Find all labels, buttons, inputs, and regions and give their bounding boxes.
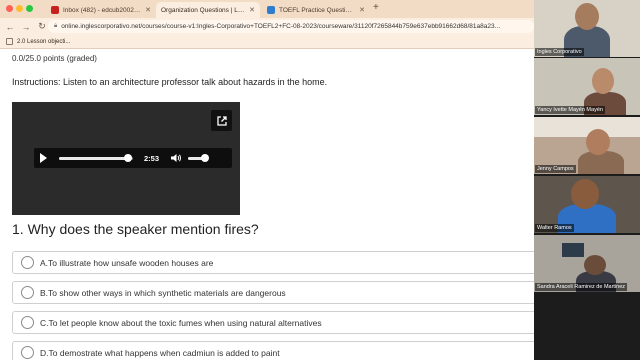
volume-icon[interactable] xyxy=(171,153,182,163)
seek-bar[interactable] xyxy=(59,154,133,162)
video-call-panel: Ingles Corporativo Yancy Ivette Mayén Ma… xyxy=(534,0,640,360)
tab-label: Organization Questions | Liste xyxy=(161,6,246,14)
volume-slider[interactable] xyxy=(188,154,210,162)
browser-toolbar: ← → ↻ 🔒︎ online.inglescorporativo.net/co… xyxy=(0,18,534,35)
participant-name: Yancy Ivette Mayén Mayén xyxy=(535,106,605,114)
audio-player: 2:53 xyxy=(12,102,240,215)
participant-name: Jenny Campos xyxy=(535,165,576,173)
option-label: D.To demostrate what happens when cadmiu… xyxy=(40,347,280,358)
participant-tile[interactable]: Walter Ramos xyxy=(534,176,640,233)
radio-button[interactable] xyxy=(21,346,34,359)
time-display: 2:53 xyxy=(144,153,160,163)
seek-handle[interactable] xyxy=(123,154,132,162)
tab-label: Inbox (482) - edcub2002@gm xyxy=(63,6,142,14)
close-icon[interactable]: ✕ xyxy=(359,6,365,14)
window-minimize-dot[interactable] xyxy=(16,5,23,12)
radio-button[interactable] xyxy=(21,286,34,299)
option-label: C.To let people know about the toxic fum… xyxy=(40,317,322,328)
bookmark-page-icon xyxy=(6,38,13,45)
tab-bar: Inbox (482) - edcub2002@gm ✕ Organizatio… xyxy=(0,0,534,18)
gmail-icon xyxy=(51,6,59,14)
participant-name: Ingles Corporativo xyxy=(535,48,584,56)
participant-name: Sandra Araceli Ramirez de Martinez xyxy=(535,283,628,291)
volume-handle[interactable] xyxy=(201,154,210,162)
site-icon xyxy=(267,6,275,14)
participant-tile[interactable]: Ingles Corporativo xyxy=(534,0,640,57)
course-content: 0.0/25.0 points (graded) Instructions: L… xyxy=(0,49,627,360)
points-graded: 0.0/25.0 points (graded) xyxy=(12,54,97,63)
bookmark-lesson-objectives[interactable]: 2.0 Lesson objecti... xyxy=(17,39,70,45)
seek-progress xyxy=(59,156,128,160)
tab-organization-questions[interactable]: Organization Questions | Liste ✕ xyxy=(156,2,260,18)
play-icon[interactable] xyxy=(40,153,47,163)
reload-icon[interactable]: ↻ xyxy=(36,21,48,32)
radio-button[interactable] xyxy=(21,316,34,329)
popout-button[interactable] xyxy=(211,110,232,131)
option-label: A.To illustrate how unsafe wooden houses… xyxy=(40,257,214,268)
new-tab-button[interactable]: + xyxy=(373,2,379,13)
question-text: 1. Why does the speaker mention fires? xyxy=(12,221,259,237)
close-icon[interactable]: ✕ xyxy=(145,6,151,14)
instructions-text: Instructions: Listen to an architecture … xyxy=(12,77,328,87)
tab-label: TOEFL Practice Questions xyxy=(279,6,356,14)
window-close-dot[interactable] xyxy=(6,5,13,12)
back-arrow-icon[interactable]: ← xyxy=(4,22,16,32)
tab-toefl-practice[interactable]: TOEFL Practice Questions ✕ xyxy=(262,2,370,18)
lock-icon: 🔒︎ xyxy=(54,23,58,29)
window-zoom-dot[interactable] xyxy=(26,5,33,12)
participant-tile[interactable]: Jenny Campos xyxy=(534,117,640,174)
bookmarks-bar: 2.0 Lesson objecti... xyxy=(0,35,534,49)
radio-button[interactable] xyxy=(21,256,34,269)
external-link-icon xyxy=(216,115,227,126)
player-controls: 2:53 xyxy=(34,148,232,168)
option-label: B.To show other ways in which synthetic … xyxy=(40,287,286,298)
participant-name: Walter Ramos xyxy=(535,224,574,232)
address-bar[interactable]: 🔒︎ online.inglescorporativo.net/courses/… xyxy=(48,20,534,33)
tab-inbox[interactable]: Inbox (482) - edcub2002@gm ✕ xyxy=(46,2,156,18)
close-icon[interactable]: ✕ xyxy=(249,6,255,14)
url-text: online.inglescorporativo.net/courses/cou… xyxy=(61,23,501,30)
empty-grid-area xyxy=(534,294,640,360)
participant-tile[interactable]: Yancy Ivette Mayén Mayén xyxy=(534,58,640,115)
participant-tile[interactable]: Sandra Araceli Ramirez de Martinez xyxy=(534,235,640,292)
forward-arrow-icon[interactable]: → xyxy=(20,22,32,32)
